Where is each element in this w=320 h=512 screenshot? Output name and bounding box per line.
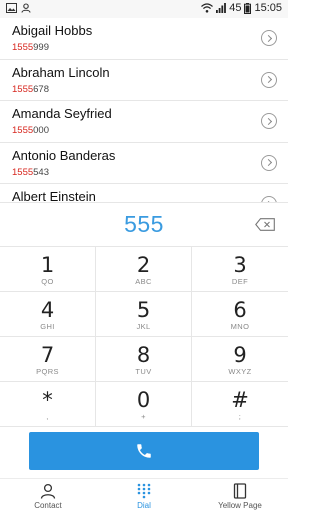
key-8[interactable]: 8 TUV bbox=[96, 337, 192, 382]
chevron-right-icon[interactable] bbox=[261, 154, 277, 171]
contact-number: 1555000 bbox=[12, 125, 49, 136]
key-letters: PQRS bbox=[36, 367, 59, 376]
number-rest: 999 bbox=[33, 42, 49, 53]
key-letters: + bbox=[141, 412, 146, 421]
key-0[interactable]: 0 + bbox=[96, 382, 192, 427]
key-digit: 8 bbox=[136, 343, 151, 367]
key-letters: ABC bbox=[135, 277, 152, 286]
signal-icon bbox=[216, 3, 227, 13]
key-letters: TUV bbox=[135, 367, 152, 376]
person-icon bbox=[40, 483, 56, 499]
contact-number: 1555678 bbox=[12, 84, 49, 95]
number-rest: 000 bbox=[33, 125, 49, 136]
key-digit: 0 bbox=[136, 388, 151, 412]
call-button[interactable] bbox=[29, 432, 259, 470]
dialed-number: 555 bbox=[124, 211, 164, 237]
gallery-icon bbox=[6, 3, 17, 13]
contact-name: Antonio Banderas bbox=[12, 147, 116, 163]
status-bar: 45 15:05 bbox=[0, 0, 288, 18]
bottom-navigation: Contact Dial Yellow Page bbox=[0, 478, 288, 512]
backspace-icon[interactable] bbox=[255, 218, 275, 231]
key-3[interactable]: 3 DEF bbox=[192, 247, 288, 292]
key-4[interactable]: 4 GHI bbox=[0, 292, 96, 337]
contact-row[interactable]: Albert Einstein bbox=[0, 184, 288, 202]
nav-yellow-page-label: Yellow Page bbox=[218, 501, 262, 510]
key-1[interactable]: 1 QO bbox=[0, 247, 96, 292]
key-7[interactable]: 7 PQRS bbox=[0, 337, 96, 382]
key-letters: ; bbox=[238, 412, 242, 421]
key-digit: * bbox=[42, 388, 53, 412]
dial-keypad: 1 QO 2 ABC 3 DEF 4 GHI 5 JKL 6 MNO 7 PQRS 8 TUV … bbox=[0, 246, 288, 427]
key-letters: MNO bbox=[230, 322, 250, 331]
status-time: 15:05 bbox=[254, 2, 282, 14]
number-match: 1555 bbox=[12, 83, 34, 95]
dial-display: 555 bbox=[0, 202, 288, 246]
key-digit: # bbox=[231, 388, 249, 412]
nav-dial[interactable]: Dial bbox=[96, 479, 192, 512]
key-6[interactable]: 6 MNO bbox=[192, 292, 288, 337]
book-icon bbox=[233, 483, 247, 499]
contact-row[interactable]: Antonio Banderas 1555543 bbox=[0, 143, 288, 184]
number-rest: 678 bbox=[33, 83, 49, 95]
nav-yellow-page[interactable]: Yellow Page bbox=[192, 479, 288, 512]
signal-level-text: 45 bbox=[229, 2, 242, 14]
contacts-status-icon bbox=[21, 3, 31, 13]
key-digit: 4 bbox=[40, 298, 55, 322]
contact-row[interactable]: Abraham Lincoln 1555678 bbox=[0, 60, 288, 101]
key-letters: GHI bbox=[40, 322, 55, 331]
nav-contact[interactable]: Contact bbox=[0, 479, 96, 512]
dialpad-icon bbox=[137, 483, 151, 499]
phone-icon bbox=[137, 444, 151, 458]
key-digit: 6 bbox=[233, 298, 247, 322]
key-letters: JKL bbox=[136, 322, 151, 331]
key-letters: QO bbox=[41, 277, 54, 286]
key-digit: 5 bbox=[136, 298, 151, 322]
battery-icon bbox=[244, 2, 252, 14]
key-5[interactable]: 5 JKL bbox=[96, 292, 192, 337]
nav-dial-label: Dial bbox=[137, 501, 151, 510]
contact-suggestion-list: Abigail Hobbs 1555999 Abraham Lincoln 15… bbox=[0, 18, 288, 202]
contact-row[interactable]: Abigail Hobbs 1555999 bbox=[0, 18, 288, 60]
contact-number: 1555999 bbox=[12, 42, 49, 53]
number-match: 1555 bbox=[12, 166, 34, 178]
key-letters: , bbox=[46, 412, 49, 421]
key-9[interactable]: 9 WXYZ bbox=[192, 337, 288, 382]
contact-name: Abigail Hobbs bbox=[12, 23, 93, 38]
contact-name: Abraham Lincoln bbox=[12, 64, 110, 80]
number-match: 1555 bbox=[12, 125, 34, 136]
chevron-right-icon[interactable] bbox=[261, 113, 277, 129]
wifi-icon bbox=[201, 3, 214, 13]
key-hash[interactable]: #; bbox=[192, 382, 288, 427]
key-digit: 2 bbox=[136, 253, 151, 277]
number-match: 1555 bbox=[12, 42, 34, 53]
key-digit: 1 bbox=[40, 253, 55, 277]
number-rest: 543 bbox=[33, 166, 49, 178]
contact-name: Albert Einstein bbox=[12, 189, 96, 202]
key-digit: 9 bbox=[233, 343, 247, 367]
key-digit: 3 bbox=[233, 253, 247, 277]
contact-number: 1555543 bbox=[12, 167, 49, 178]
key-2[interactable]: 2 ABC bbox=[96, 247, 192, 292]
contact-row[interactable]: Amanda Seyfried 1555000 bbox=[0, 101, 288, 143]
nav-contact-label: Contact bbox=[34, 501, 62, 510]
chevron-right-icon[interactable] bbox=[261, 71, 277, 88]
contact-name: Amanda Seyfried bbox=[12, 106, 112, 121]
key-letters: WXYZ bbox=[228, 367, 252, 376]
key-star[interactable]: *, bbox=[0, 382, 96, 427]
key-letters: DEF bbox=[231, 277, 249, 286]
key-digit: 7 bbox=[40, 343, 55, 367]
chevron-right-icon[interactable] bbox=[261, 30, 277, 46]
